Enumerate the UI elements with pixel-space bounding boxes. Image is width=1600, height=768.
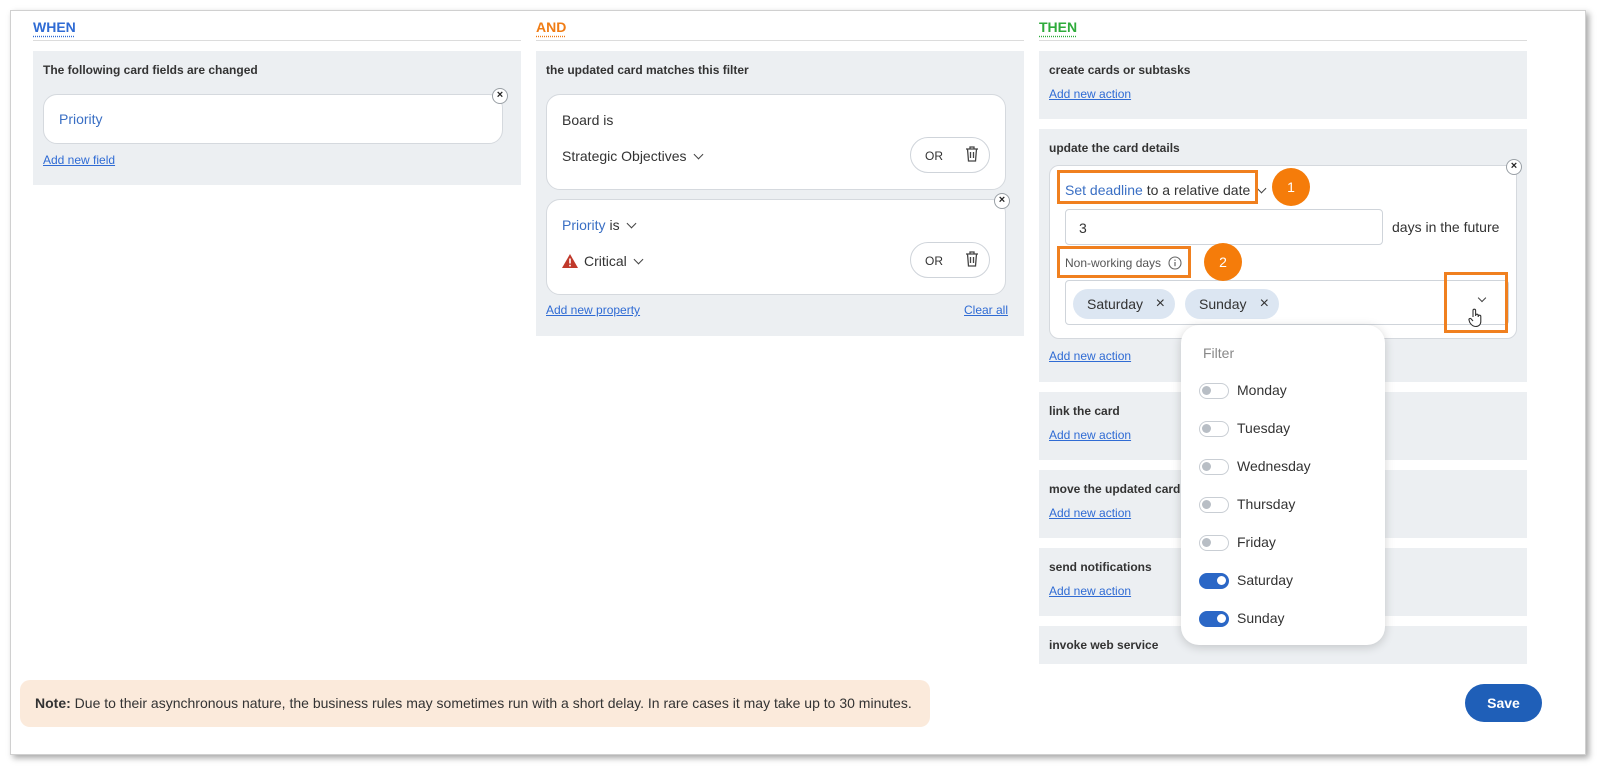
add-new-action-link[interactable]: Add new action: [1049, 87, 1131, 101]
day-option-label: Tuesday: [1237, 420, 1291, 436]
dropdown-filter-input[interactable]: Filter: [1203, 345, 1234, 361]
day-option-label: Saturday: [1237, 572, 1294, 588]
then-column-title: THEN: [1039, 19, 1078, 35]
chevron-down-icon: [1256, 183, 1267, 194]
update-section-label: update the card details: [1049, 141, 1180, 155]
and-section-label: the updated card matches this filter: [546, 63, 749, 77]
filter-board-value: Strategic Objectives: [562, 148, 687, 164]
note-bold-label: Note:: [35, 695, 71, 711]
move-section-label: move the updated card: [1049, 482, 1181, 496]
highlight-box-non-working-days: [1057, 246, 1191, 278]
add-new-action-link[interactable]: Add new action: [1049, 506, 1131, 520]
filter-priority-actions: OR: [910, 242, 990, 278]
filter-priority-value: Critical: [584, 253, 627, 269]
create-section-label: create cards or subtasks: [1049, 63, 1191, 77]
or-button[interactable]: OR: [925, 254, 943, 268]
non-working-days-multiselect[interactable]: Saturday × Sunday ×: [1065, 280, 1509, 328]
link-section-label: link the card: [1049, 404, 1120, 418]
changed-field-card[interactable]: Priority: [43, 94, 503, 144]
day-toggle[interactable]: [1199, 459, 1229, 475]
then-divider: [1039, 40, 1527, 41]
highlight-box-set-deadline: [1057, 170, 1258, 204]
add-new-action-link[interactable]: Add new action: [1049, 428, 1131, 442]
filter-board-actions: OR: [910, 137, 990, 173]
day-toggle[interactable]: [1199, 611, 1229, 627]
filter-priority-key: Priority: [562, 217, 606, 233]
day-toggle[interactable]: [1199, 497, 1229, 513]
selected-day-tag: Sunday ×: [1185, 289, 1279, 319]
selected-day-tag: Saturday ×: [1073, 289, 1175, 319]
day-option-label: Monday: [1237, 382, 1287, 398]
when-section: The following card fields are changed Pr…: [33, 51, 521, 185]
remove-tag-close-icon[interactable]: ×: [1156, 289, 1165, 319]
day-option-label: Thursday: [1237, 496, 1296, 512]
chevron-down-icon: [693, 149, 703, 160]
webservice-section-label: invoke web service: [1049, 638, 1159, 652]
trash-icon[interactable]: [965, 146, 979, 162]
step-badge: 2: [1204, 243, 1242, 281]
notify-section-label: send notifications: [1049, 560, 1152, 574]
rule-editor-window: WHEN AND THEN The following card fields …: [10, 10, 1586, 755]
when-divider: [33, 40, 521, 41]
highlight-box-dropdown-toggle: [1444, 272, 1508, 333]
note-text: Due to their asynchronous nature, the bu…: [74, 695, 912, 711]
remove-action-close-icon[interactable]: ×: [1506, 159, 1522, 175]
selected-day-label: Saturday: [1087, 296, 1144, 312]
filter-priority-card: Priority is Critical OR: [546, 199, 1006, 295]
days-input-value: 3: [1079, 220, 1087, 236]
add-new-action-link[interactable]: Add new action: [1049, 584, 1131, 598]
days-input[interactable]: 3: [1065, 209, 1383, 245]
and-divider: [536, 40, 1024, 41]
when-section-label: The following card fields are changed: [43, 63, 258, 77]
days-suffix: days in the future: [1392, 219, 1500, 235]
then-create-section: create cards or subtasks Add new action: [1039, 51, 1527, 119]
and-section: the updated card matches this filter Boa…: [536, 51, 1024, 336]
day-toggle[interactable]: [1199, 573, 1229, 589]
day-option-label: Sunday: [1237, 610, 1285, 626]
add-new-property-link[interactable]: Add new property: [546, 303, 640, 317]
chevron-down-icon: [626, 218, 637, 229]
clear-all-link[interactable]: Clear all: [964, 303, 1008, 317]
when-column-title: WHEN: [33, 19, 76, 35]
day-toggle[interactable]: [1199, 535, 1229, 551]
filter-priority-title-select[interactable]: Priority is: [562, 217, 637, 233]
day-option-label: Friday: [1237, 534, 1276, 550]
save-button[interactable]: Save: [1465, 684, 1542, 722]
remove-tag-close-icon[interactable]: ×: [1260, 289, 1269, 319]
day-option-label: Wednesday: [1237, 458, 1311, 474]
trash-icon[interactable]: [965, 251, 979, 267]
day-toggle[interactable]: [1199, 383, 1229, 399]
day-toggle[interactable]: [1199, 421, 1229, 437]
selected-day-label: Sunday: [1199, 296, 1247, 312]
critical-warning-icon: [562, 254, 578, 268]
step-badge: 1: [1272, 168, 1310, 206]
note-banner: Note: Due to their asynchronous nature, …: [20, 680, 930, 727]
filter-board-select[interactable]: Strategic Objectives: [562, 148, 703, 164]
and-column-title: AND: [536, 19, 567, 35]
filter-board-card: Board is Strategic Objectives OR: [546, 94, 1006, 190]
remove-filter-close-icon[interactable]: ×: [994, 193, 1010, 209]
days-dropdown-menu: Filter Monday Tuesday Wednesday Thursday…: [1181, 325, 1385, 645]
add-new-action-link[interactable]: Add new action: [1049, 349, 1131, 363]
remove-field-close-icon[interactable]: ×: [492, 88, 508, 104]
chevron-down-icon: [633, 254, 644, 265]
filter-priority-select[interactable]: Critical: [562, 253, 644, 269]
changed-field-value: Priority: [59, 111, 103, 127]
or-button[interactable]: OR: [925, 149, 943, 163]
add-new-field-link[interactable]: Add new field: [43, 153, 115, 167]
filter-board-title: Board is: [562, 112, 614, 128]
filter-priority-suffix: is: [609, 217, 620, 233]
